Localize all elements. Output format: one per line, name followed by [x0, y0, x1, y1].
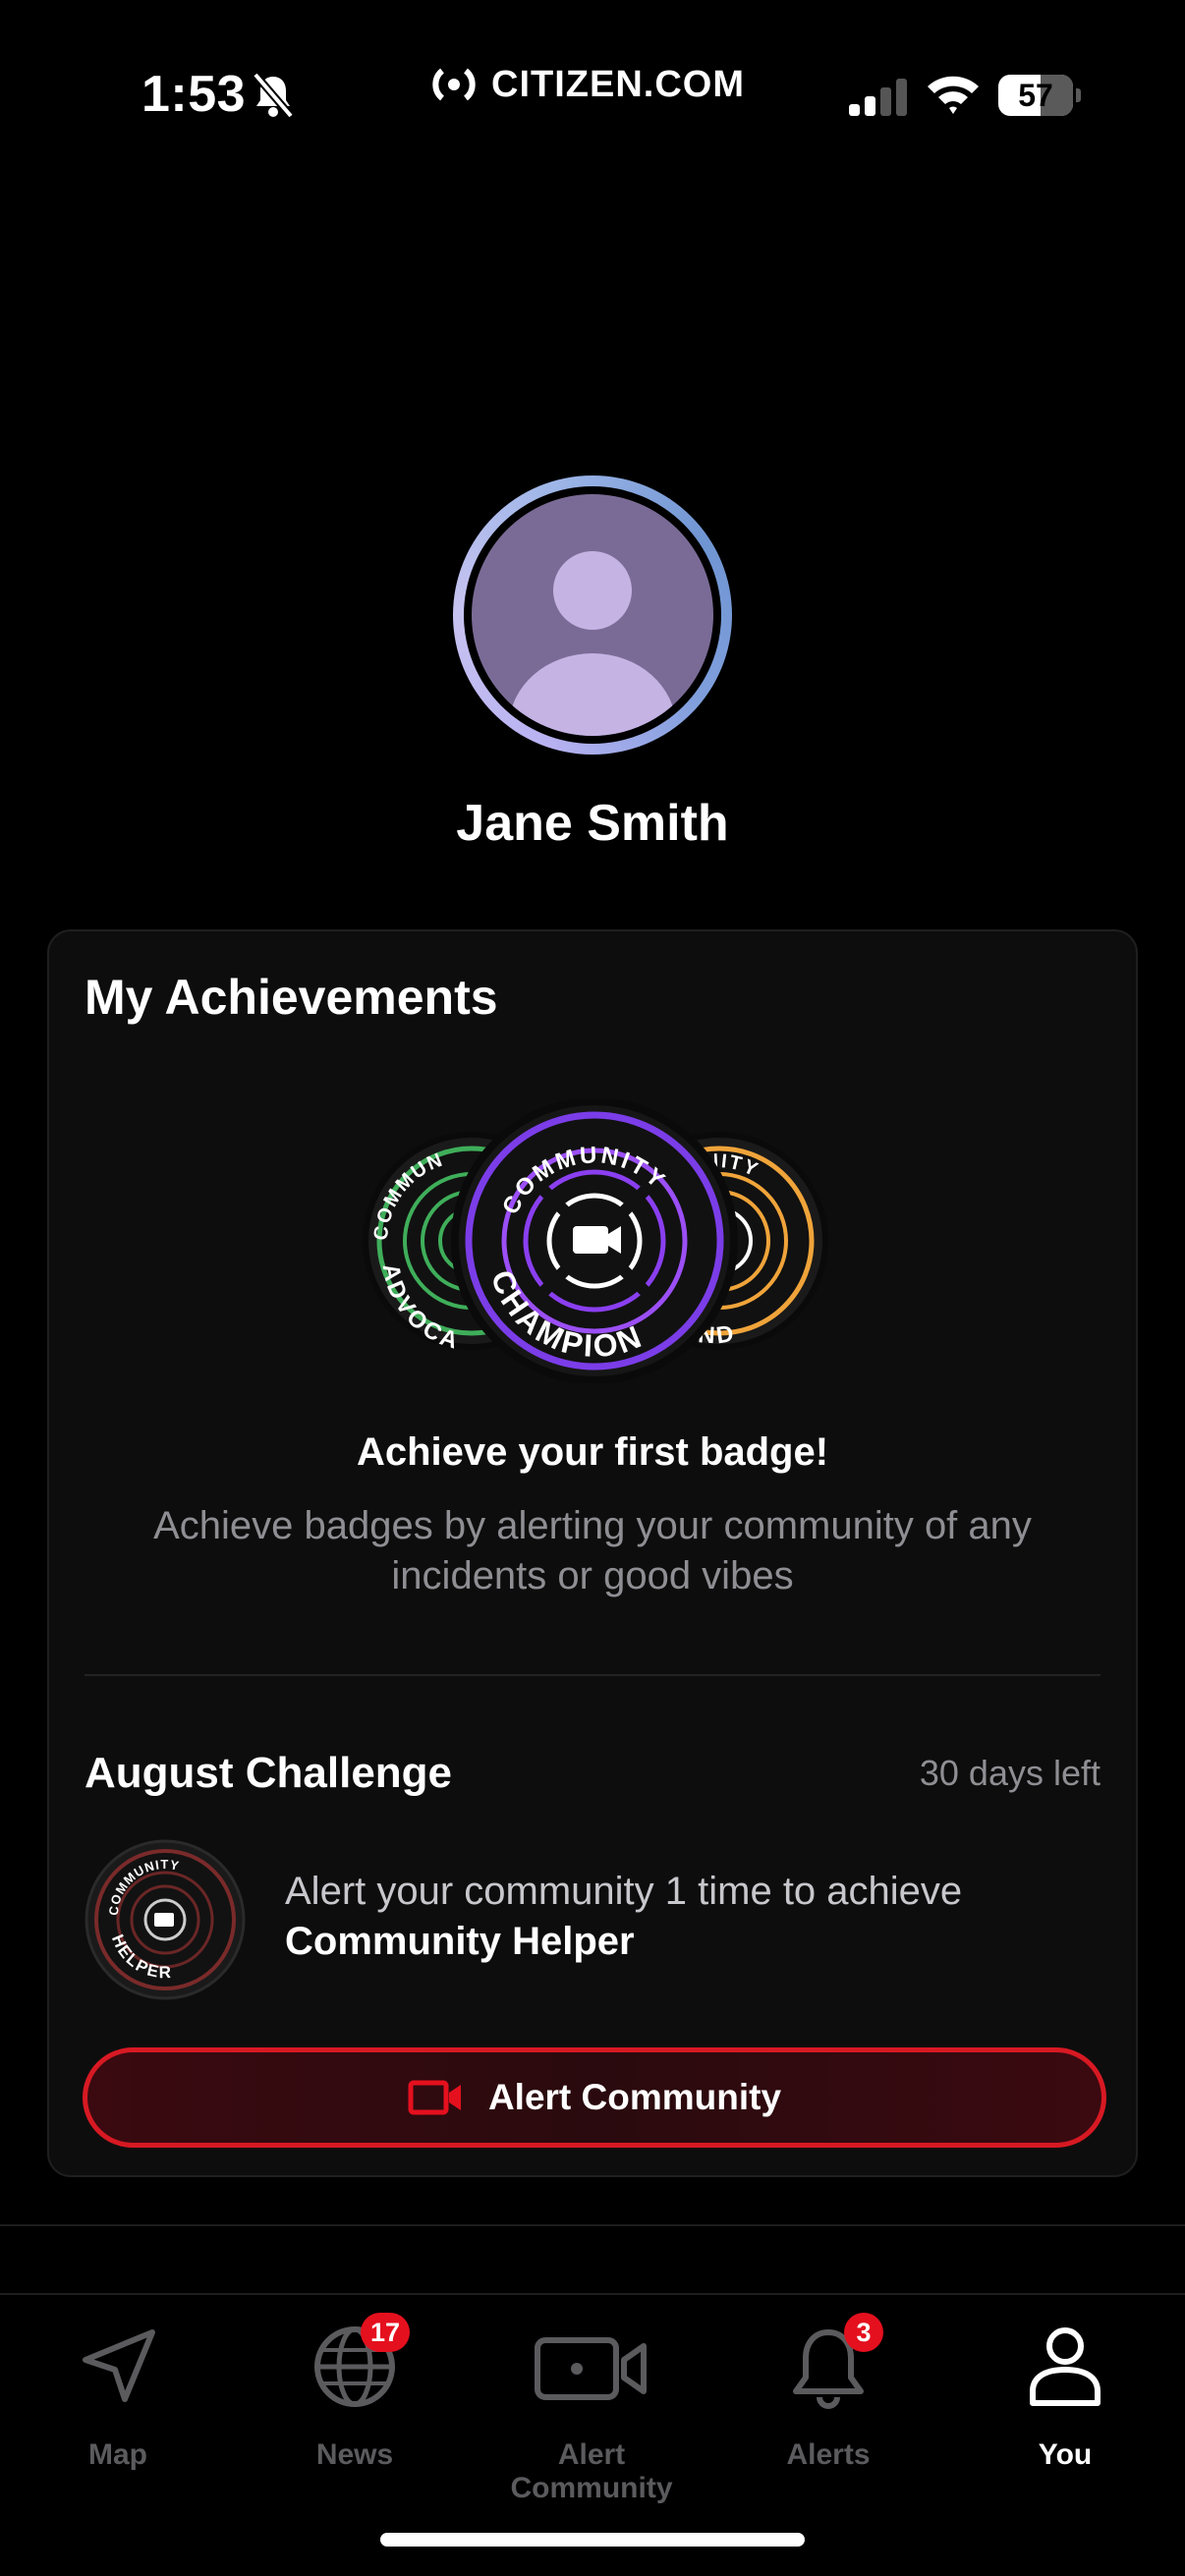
challenge-badge-name: Community Helper	[285, 1920, 635, 1963]
citizen-brand: CITIZEN.COM	[428, 61, 745, 108]
battery-icon: 57	[998, 75, 1081, 116]
tab-alert-community[interactable]: Alert Community	[474, 2295, 709, 2504]
divider	[85, 1674, 1100, 1676]
alert-community-button-label: Alert Community	[487, 2077, 782, 2117]
status-bar: 1:53 CITIZEN.COM 57	[0, 0, 1185, 187]
achievements-title: My Achievements	[85, 970, 498, 1025]
profile-name: Jane Smith	[456, 795, 729, 852]
alerts-count-badge: 3	[844, 2313, 883, 2352]
navigation-arrow-icon	[83, 2329, 155, 2402]
video-camera-icon	[408, 2080, 461, 2115]
citizen-logo-icon	[432, 68, 476, 101]
tab-you-label: You	[1038, 2438, 1093, 2471]
tab-map[interactable]: Map	[0, 2295, 236, 2492]
home-indicator[interactable]	[380, 2533, 805, 2547]
tab-you[interactable]: You	[947, 2295, 1183, 2492]
news-count-badge: 17	[361, 2313, 411, 2352]
tab-alert-community-label: Alert Community	[510, 2438, 673, 2504]
wifi-icon	[928, 76, 979, 114]
challenge-days-left: 30 days left	[919, 1753, 1100, 1793]
bell-slash-icon	[252, 72, 295, 119]
brand-name: CITIZEN.COM	[491, 63, 745, 105]
alert-community-button[interactable]: Alert Community	[83, 2047, 1106, 2148]
tab-alerts-label: Alerts	[786, 2438, 871, 2471]
signal-icon	[849, 79, 907, 116]
challenge-title: August Challenge	[85, 1749, 453, 1797]
tab-news-label: News	[315, 2438, 394, 2471]
section-divider	[0, 2224, 1185, 2226]
tab-alerts[interactable]: 3 Alerts	[710, 2295, 946, 2492]
profile-avatar[interactable]	[453, 476, 732, 755]
status-time: 1:53	[141, 66, 247, 123]
person-icon	[1030, 2327, 1100, 2406]
badge-champion: COMMUNITY CHAMPION	[451, 1098, 738, 1383]
community-helper-badge: COMMUNITY HELPER	[85, 1839, 246, 2000]
tab-map-label: Map	[88, 2438, 147, 2471]
achievements-card: My Achievements COMMUN ADVOCA ITY ND COM…	[47, 929, 1138, 2177]
first-badge-description: Achieve badges by alerting your communit…	[153, 1504, 1032, 1597]
battery-level: 57	[1018, 78, 1053, 113]
tab-news[interactable]: 17 News	[237, 2295, 473, 2492]
challenge-text: Alert your community 1 time to achieve	[285, 1870, 963, 1913]
challenge-description: Alert your community 1 time to achieve C…	[285, 1867, 962, 1967]
badge-stack: COMMUN ADVOCA MMUNITY EGEND COMMUNITY	[363, 1098, 828, 1383]
video-camera-icon	[535, 2337, 647, 2400]
first-badge-headline: Achieve your first badge!	[356, 1430, 829, 1474]
person-placeholder-icon	[472, 494, 713, 736]
